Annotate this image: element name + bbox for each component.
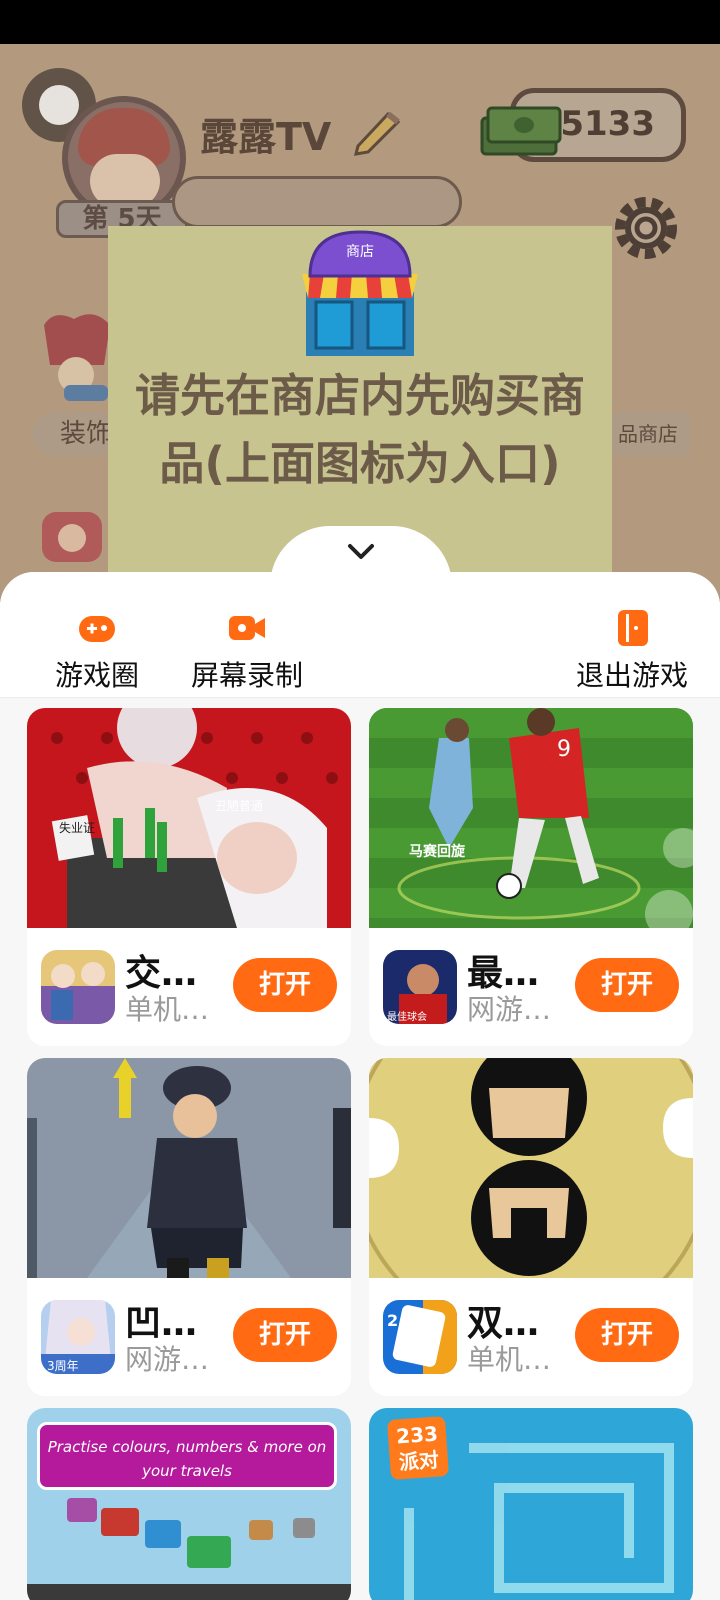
app-icon (41, 950, 115, 1024)
item-shop-label[interactable]: 品商店 (600, 412, 690, 456)
screen-record-label: 屏幕录制 (190, 659, 303, 692)
name-bar (172, 176, 462, 228)
game-card[interactable]: Practise colours, numbers & more on your… (27, 1408, 351, 1600)
shop-sign-text: 商店 (346, 244, 374, 260)
game-screenshot: Practise colours, numbers & more on your… (27, 1408, 351, 1600)
svg-text:9: 9 (557, 737, 571, 762)
game-card[interactable]: 失业证 丑陋普通 交… 单机… 打开 (27, 708, 351, 1046)
svg-text:2: 2 (387, 1311, 398, 1330)
app-icon: 3周年 (41, 1300, 115, 1374)
game-menu-sheet: 游戏圈 屏幕录制 退出游戏 失业证 丑陋普通 交… 单机… 打开 9 马赛回旋 … (0, 572, 720, 1600)
game-category: 单机… (125, 993, 210, 1026)
screenshot-tag: 丑陋普通 (215, 799, 263, 813)
popup-message: 请先在商店内先购买商品(上面图标为入口) (134, 369, 585, 490)
game-category: 网游… (467, 993, 552, 1026)
game-screenshot: 失业证 丑陋普通 (27, 708, 351, 928)
open-button[interactable]: 打开 (575, 958, 679, 1012)
game-card[interactable]: 9 马赛回旋 最佳球会 最… 网游… 打开 (369, 708, 693, 1046)
game-card[interactable]: 2 双… 单机… 打开 (369, 1058, 693, 1396)
open-button[interactable]: 打开 (233, 958, 337, 1012)
player-name: 露露TV (200, 115, 332, 159)
icon-text: 最佳球会 (387, 1010, 427, 1023)
decoration-icon-2[interactable] (36, 502, 116, 572)
game-circle-button[interactable]: 游戏圈 (32, 608, 162, 694)
app-icon: 最佳球会 (383, 950, 457, 1024)
money-icon (480, 106, 562, 156)
app-icon: 2 (383, 1300, 457, 1374)
party-logo: 233派对 (386, 1416, 450, 1480)
exit-game-label: 退出游戏 (575, 659, 688, 692)
exit-game-button[interactable]: 退出游戏 (564, 608, 700, 694)
game-card[interactable]: 233派对 (369, 1408, 693, 1600)
game-card[interactable]: 3周年 凹… 网游… 打开 (27, 1058, 351, 1396)
exit-door-icon (618, 610, 648, 646)
shop-icon[interactable]: 商店 (296, 226, 424, 358)
screenshot-note: 失业证 (59, 820, 95, 835)
game-screenshot (369, 1058, 693, 1278)
chevron-down-icon (348, 544, 374, 559)
game-category: 单机… (467, 1343, 552, 1376)
game-screenshot: 9 马赛回旋 (369, 708, 693, 928)
icon-text: 3周年 (47, 1359, 79, 1373)
game-screenshot (27, 1058, 351, 1278)
open-button[interactable]: 打开 (575, 1308, 679, 1362)
game-category: 网游… (125, 1343, 210, 1376)
video-camera-icon (229, 616, 265, 640)
game-circle-label: 游戏圈 (54, 659, 139, 692)
screen-record-button[interactable]: 屏幕录制 (180, 608, 314, 694)
status-bar (0, 0, 720, 44)
menu-toolbar: 游戏圈 屏幕录制 退出游戏 (0, 572, 720, 698)
gamepad-icon (79, 616, 115, 642)
open-button[interactable]: 打开 (233, 1308, 337, 1362)
game-screenshot: 233派对 (369, 1408, 693, 1600)
gear-icon[interactable] (606, 188, 686, 268)
screenshot-label: 马赛回旋 (409, 843, 466, 860)
pencil-icon[interactable] (350, 106, 404, 156)
